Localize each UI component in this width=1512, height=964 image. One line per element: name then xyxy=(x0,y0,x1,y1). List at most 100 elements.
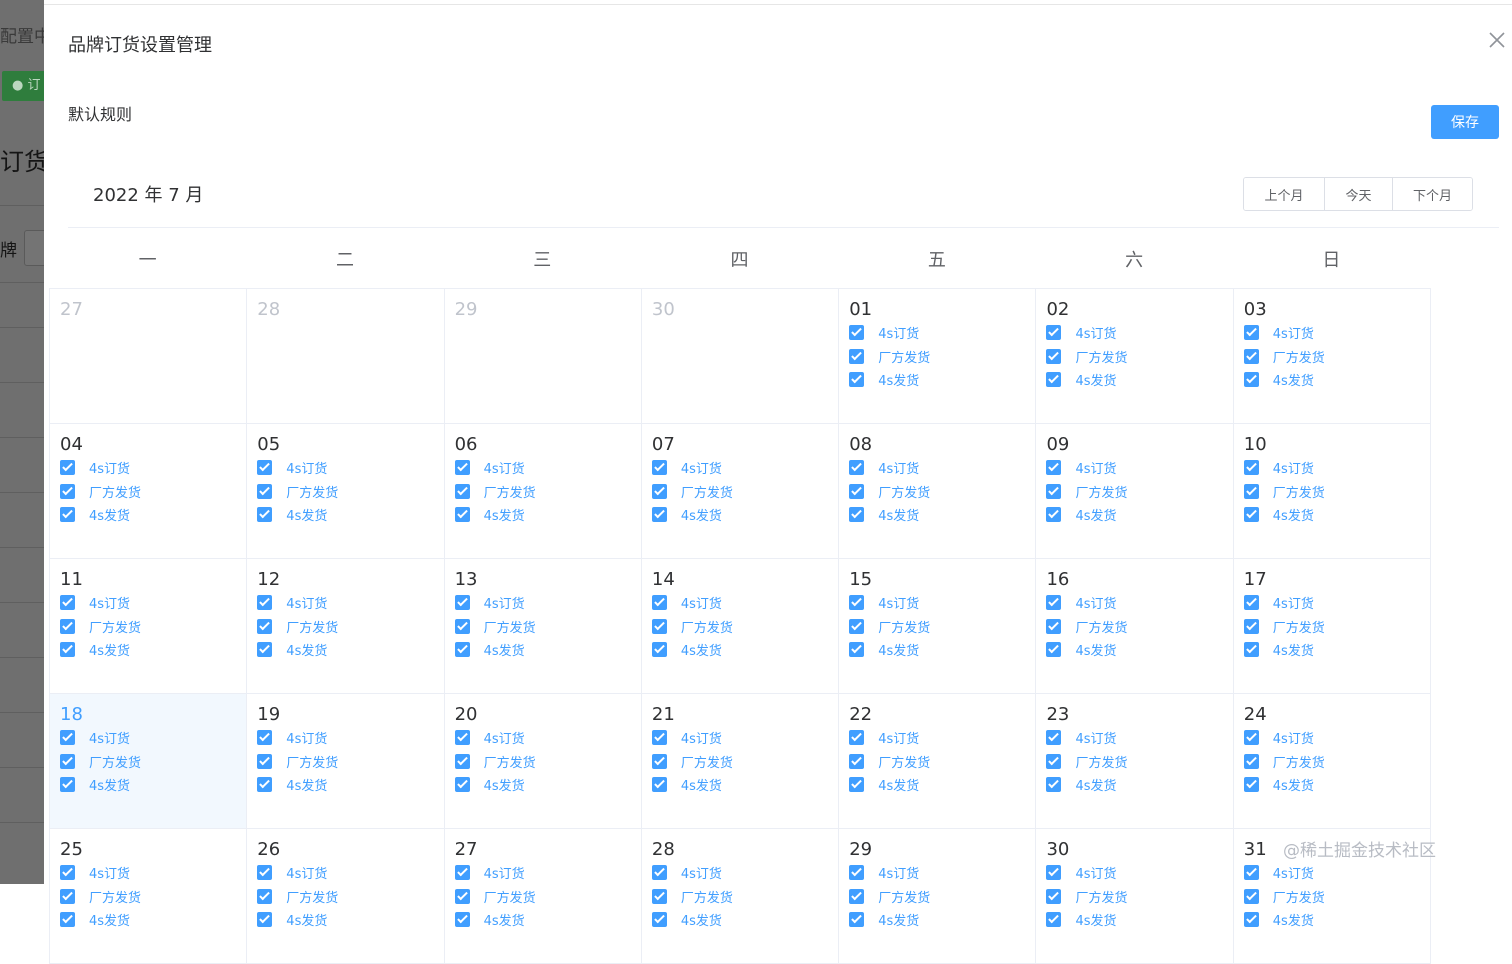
calendar-day-cell[interactable]: 02 4s订货 厂方发货 4s发货 xyxy=(1036,289,1234,424)
order-option-checkbox[interactable]: 厂方发货 xyxy=(849,750,1025,774)
checkbox-checked-icon[interactable] xyxy=(454,888,470,904)
order-option-checkbox[interactable]: 4s订货 xyxy=(849,321,1025,345)
order-option-checkbox[interactable]: 厂方发货 xyxy=(651,750,828,774)
checkbox-checked-icon[interactable] xyxy=(1046,618,1062,634)
order-option-checkbox[interactable]: 4s订货 xyxy=(849,861,1025,885)
order-option-checkbox[interactable]: 4s订货 xyxy=(1243,591,1420,615)
order-option-checkbox[interactable]: 4s发货 xyxy=(651,638,828,662)
checkbox-checked-icon[interactable] xyxy=(651,777,667,793)
checkbox-checked-icon[interactable] xyxy=(651,888,667,904)
order-option-checkbox[interactable]: 厂方发货 xyxy=(651,480,828,504)
order-option-checkbox[interactable]: 厂方发货 xyxy=(1243,480,1420,504)
order-option-checkbox[interactable]: 4s发货 xyxy=(257,638,433,662)
order-option-checkbox[interactable]: 4s发货 xyxy=(454,908,631,932)
order-option-checkbox[interactable]: 厂方发货 xyxy=(257,615,433,639)
calendar-day-cell[interactable]: 06 4s订货 厂方发货 4s发货 xyxy=(444,424,642,559)
order-option-checkbox[interactable]: 4s发货 xyxy=(849,773,1025,797)
order-option-checkbox[interactable]: 4s订货 xyxy=(849,456,1025,480)
checkbox-checked-icon[interactable] xyxy=(849,777,865,793)
order-option-checkbox[interactable]: 厂方发货 xyxy=(60,480,236,504)
calendar-day-cell[interactable]: 22 4s订货 厂方发货 4s发货 xyxy=(839,694,1037,829)
checkbox-checked-icon[interactable] xyxy=(60,483,75,499)
checkbox-checked-icon[interactable] xyxy=(849,507,865,523)
checkbox-checked-icon[interactable] xyxy=(257,865,273,881)
order-option-checkbox[interactable]: 4s发货 xyxy=(257,503,433,527)
checkbox-checked-icon[interactable] xyxy=(1046,507,1062,523)
calendar-day-cell[interactable]: 11 4s订货 厂方发货 4s发货 xyxy=(50,559,248,694)
checkbox-checked-icon[interactable] xyxy=(257,730,273,746)
order-option-checkbox[interactable]: 4s发货 xyxy=(60,773,236,797)
order-option-checkbox[interactable]: 4s发货 xyxy=(60,638,236,662)
checkbox-checked-icon[interactable] xyxy=(651,618,667,634)
checkbox-checked-icon[interactable] xyxy=(1243,460,1259,476)
order-option-checkbox[interactable]: 4s订货 xyxy=(60,726,236,750)
order-option-checkbox[interactable]: 4s订货 xyxy=(1243,861,1420,885)
order-option-checkbox[interactable]: 厂方发货 xyxy=(1046,480,1222,504)
checkbox-checked-icon[interactable] xyxy=(651,507,667,523)
order-option-checkbox[interactable]: 厂方发货 xyxy=(849,615,1025,639)
calendar-day-cell[interactable]: 25 4s订货 厂方发货 4s发货 xyxy=(50,829,248,964)
calendar-day-cell[interactable]: 14 4s订货 厂方发货 4s发货 xyxy=(641,559,840,694)
order-option-checkbox[interactable]: 4s订货 xyxy=(60,456,236,480)
today-button[interactable]: 今天 xyxy=(1324,178,1392,210)
order-option-checkbox[interactable]: 厂方发货 xyxy=(1046,885,1222,909)
order-option-checkbox[interactable]: 厂方发货 xyxy=(651,885,828,909)
checkbox-checked-icon[interactable] xyxy=(60,460,75,476)
checkbox-checked-icon[interactable] xyxy=(1046,642,1062,658)
checkbox-checked-icon[interactable] xyxy=(60,777,75,793)
calendar-day-cell[interactable]: 03 4s订货 厂方发货 4s发货 xyxy=(1233,289,1432,424)
order-option-checkbox[interactable]: 4s发货 xyxy=(1046,368,1222,392)
checkbox-checked-icon[interactable] xyxy=(849,460,865,476)
order-option-checkbox[interactable]: 厂方发货 xyxy=(1046,345,1222,369)
order-option-checkbox[interactable]: 厂方发货 xyxy=(1243,750,1420,774)
order-option-checkbox[interactable]: 厂方发货 xyxy=(454,480,631,504)
checkbox-checked-icon[interactable] xyxy=(1046,912,1062,928)
order-option-checkbox[interactable]: 4s发货 xyxy=(651,503,828,527)
order-option-checkbox[interactable]: 4s发货 xyxy=(1243,638,1420,662)
checkbox-checked-icon[interactable] xyxy=(1046,372,1062,388)
calendar-day-cell[interactable]: 29 xyxy=(444,289,642,424)
order-option-checkbox[interactable]: 4s发货 xyxy=(1046,908,1222,932)
checkbox-checked-icon[interactable] xyxy=(60,618,75,634)
order-option-checkbox[interactable]: 4s订货 xyxy=(849,726,1025,750)
calendar-day-cell[interactable]: 10 4s订货 厂方发货 4s发货 xyxy=(1233,424,1432,559)
order-option-checkbox[interactable]: 4s订货 xyxy=(454,861,631,885)
order-option-checkbox[interactable]: 厂方发货 xyxy=(1046,750,1222,774)
order-option-checkbox[interactable]: 厂方发货 xyxy=(849,345,1025,369)
order-option-checkbox[interactable]: 厂方发货 xyxy=(60,615,236,639)
checkbox-checked-icon[interactable] xyxy=(257,753,273,769)
checkbox-checked-icon[interactable] xyxy=(257,483,273,499)
order-option-checkbox[interactable]: 厂方发货 xyxy=(257,480,433,504)
checkbox-checked-icon[interactable] xyxy=(849,753,865,769)
calendar-day-cell[interactable]: 28 4s订货 厂方发货 4s发货 xyxy=(641,829,840,964)
checkbox-checked-icon[interactable] xyxy=(454,618,470,634)
checkbox-checked-icon[interactable] xyxy=(1046,483,1062,499)
order-option-checkbox[interactable]: 厂方发货 xyxy=(1046,615,1222,639)
calendar-day-cell[interactable]: 01 4s订货 厂方发货 4s发货 xyxy=(839,289,1037,424)
checkbox-checked-icon[interactable] xyxy=(257,777,273,793)
prev-month-button[interactable]: 上个月 xyxy=(1244,178,1324,210)
checkbox-checked-icon[interactable] xyxy=(1243,865,1259,881)
order-option-checkbox[interactable]: 厂方发货 xyxy=(849,480,1025,504)
order-option-checkbox[interactable]: 4s发货 xyxy=(454,503,631,527)
checkbox-checked-icon[interactable] xyxy=(1046,730,1062,746)
order-option-checkbox[interactable]: 厂方发货 xyxy=(257,750,433,774)
checkbox-checked-icon[interactable] xyxy=(1046,753,1062,769)
checkbox-checked-icon[interactable] xyxy=(454,753,470,769)
calendar-day-cell[interactable]: 27 xyxy=(50,289,248,424)
checkbox-checked-icon[interactable] xyxy=(651,595,667,611)
order-option-checkbox[interactable]: 4s订货 xyxy=(454,456,631,480)
calendar-day-cell[interactable]: 13 4s订货 厂方发货 4s发货 xyxy=(444,559,642,694)
order-option-checkbox[interactable]: 4s发货 xyxy=(849,638,1025,662)
order-option-checkbox[interactable]: 4s发货 xyxy=(257,773,433,797)
checkbox-checked-icon[interactable] xyxy=(651,753,667,769)
order-option-checkbox[interactable]: 4s发货 xyxy=(257,908,433,932)
calendar-day-cell[interactable]: 28 xyxy=(247,289,445,424)
checkbox-checked-icon[interactable] xyxy=(257,618,273,634)
checkbox-checked-icon[interactable] xyxy=(60,753,75,769)
order-option-checkbox[interactable]: 厂方发货 xyxy=(454,885,631,909)
checkbox-checked-icon[interactable] xyxy=(1243,888,1259,904)
checkbox-checked-icon[interactable] xyxy=(1046,348,1062,364)
checkbox-checked-icon[interactable] xyxy=(60,730,75,746)
close-button[interactable] xyxy=(1488,31,1512,55)
